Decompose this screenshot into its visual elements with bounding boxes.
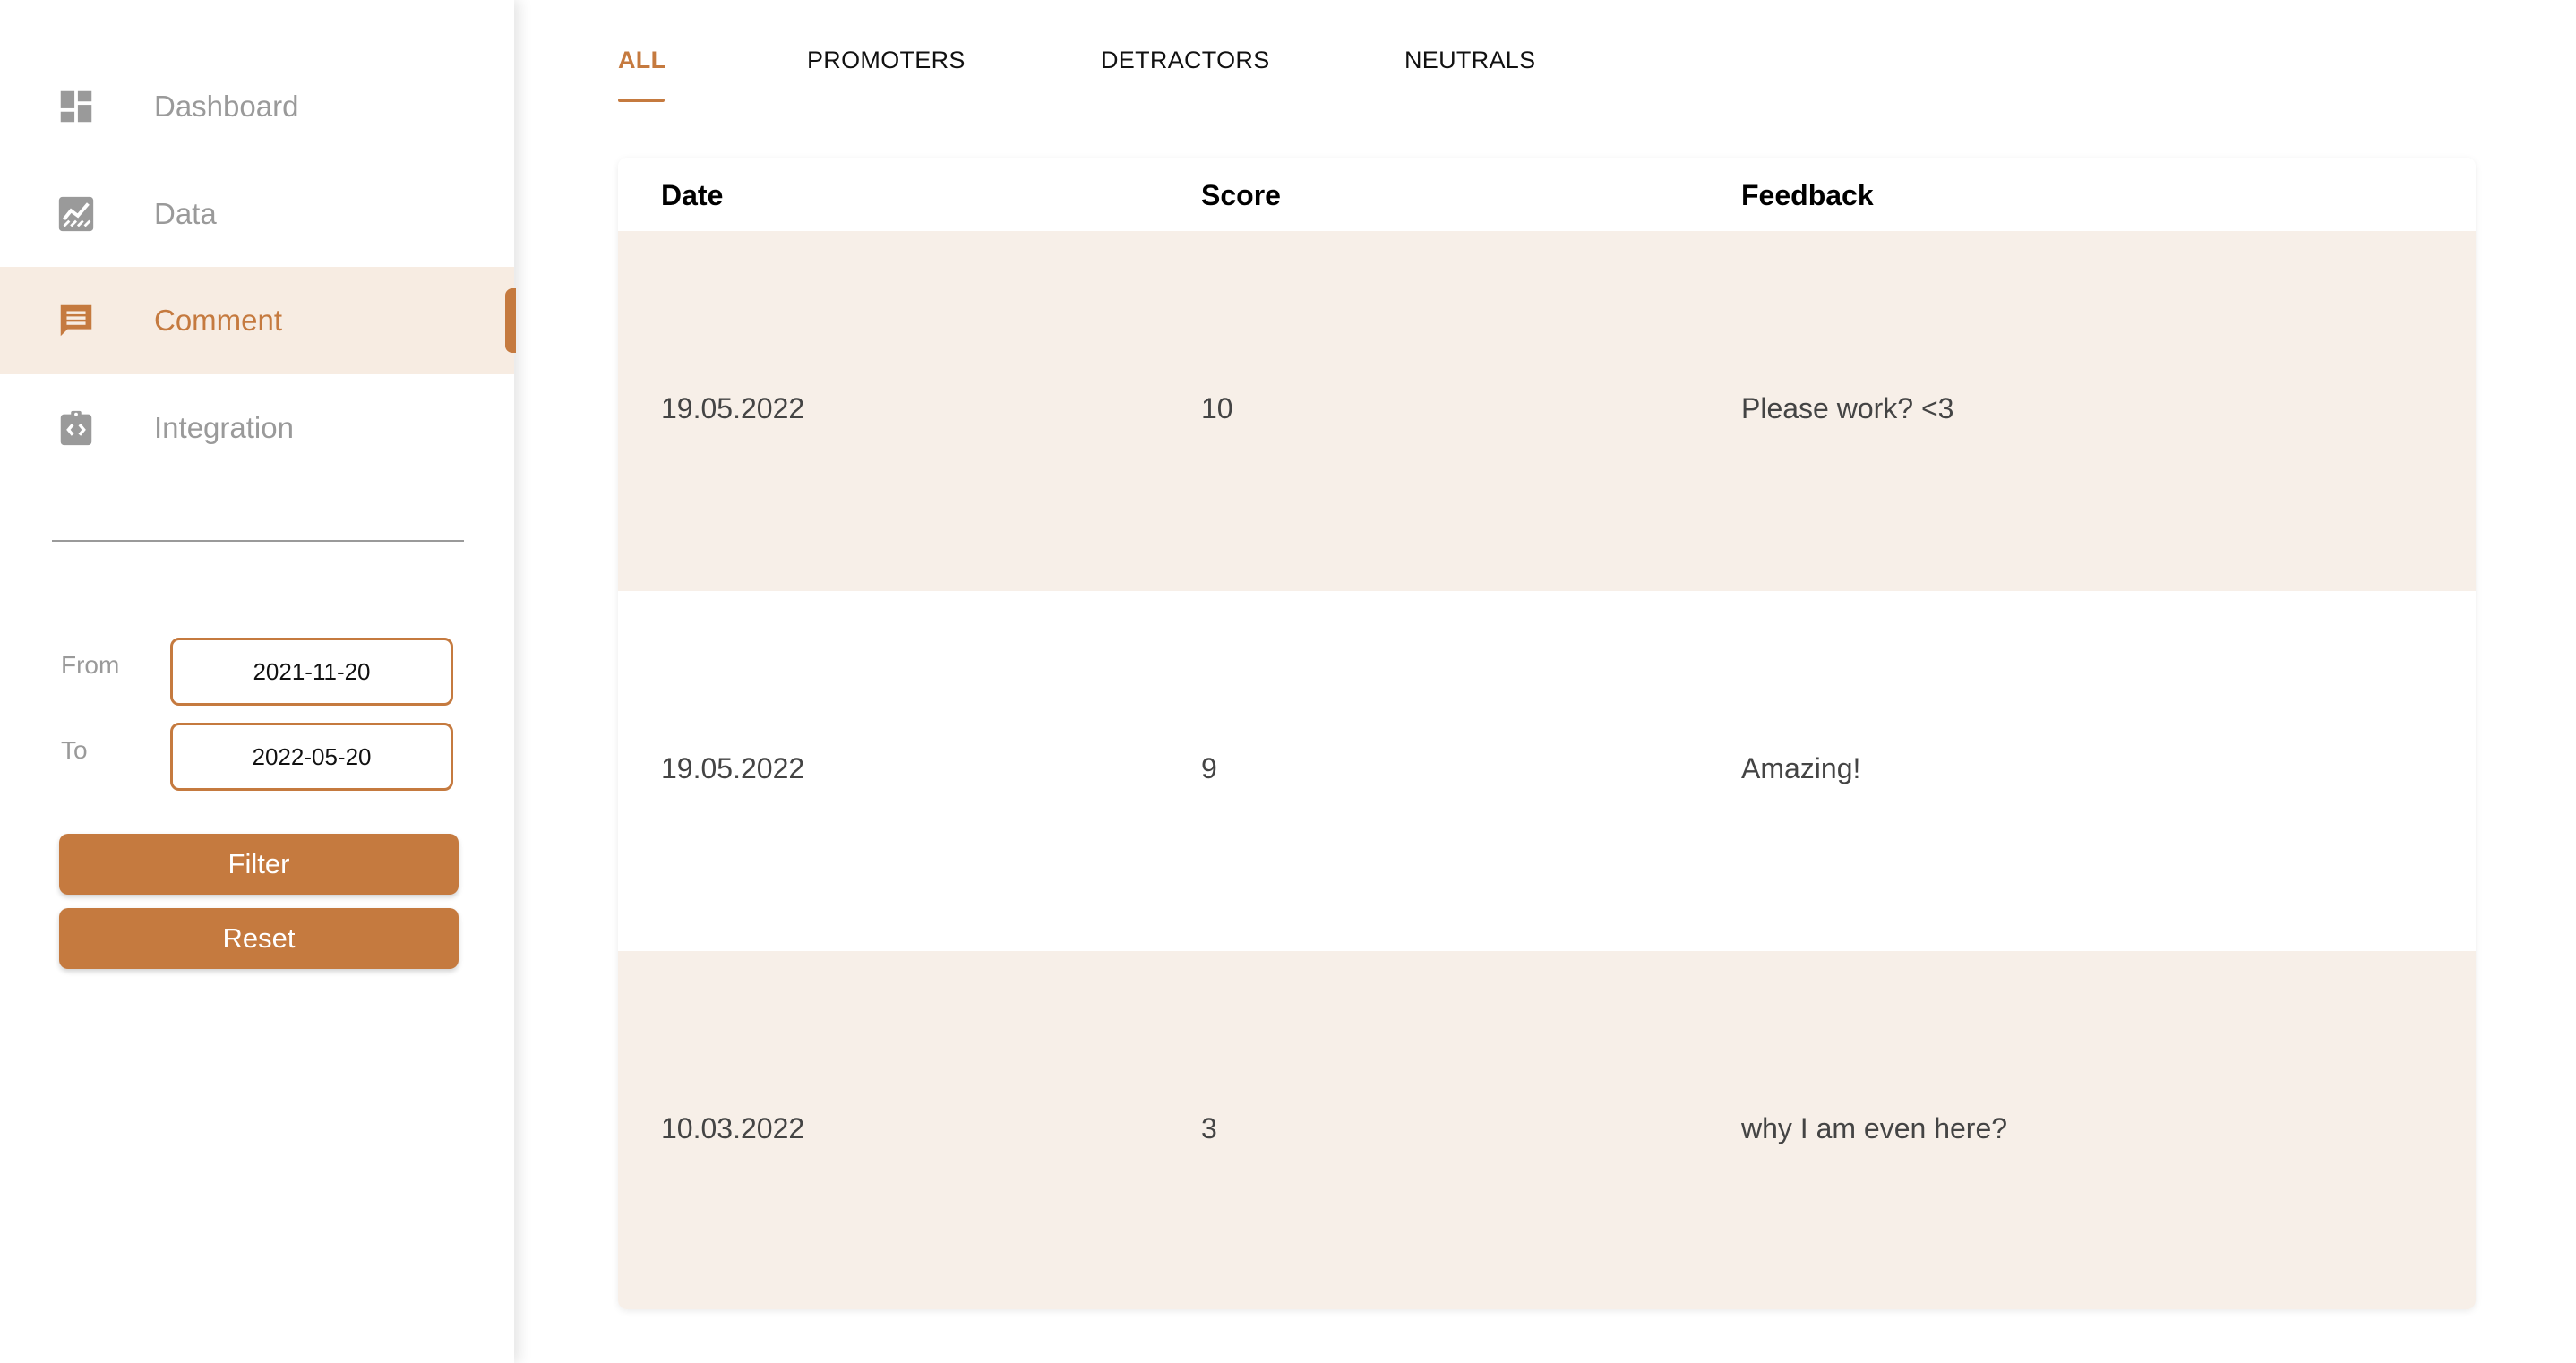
to-date-input[interactable]: [170, 723, 453, 791]
to-label: To: [61, 736, 88, 764]
sidebar-item-dashboard[interactable]: Dashboard: [0, 53, 514, 160]
column-header-score[interactable]: Score: [1201, 179, 1281, 212]
table-row[interactable]: 19.05.2022 10 Please work? <3: [618, 231, 2476, 591]
column-header-date[interactable]: Date: [661, 179, 723, 212]
column-header-feedback[interactable]: Feedback: [1741, 179, 1874, 212]
table-header: Date Score Feedback: [618, 158, 2476, 231]
comment-icon: [60, 304, 92, 337]
sidebar-item-label: Data: [154, 197, 217, 230]
main-content: ALL PROMOTERS DETRACTORS NEUTRALS Date S…: [514, 0, 2576, 1363]
tab-active-underline: [618, 99, 665, 102]
cell-feedback: why I am even here?: [1741, 1112, 2008, 1144]
cell-score: 10: [1201, 392, 1233, 424]
sidebar: Dashboard Data Comment Integration From …: [0, 0, 516, 1363]
table-row[interactable]: 10.03.2022 3 why I am even here?: [618, 951, 2476, 1309]
from-label: From: [61, 651, 120, 679]
active-indicator: [505, 288, 516, 353]
app: Dashboard Data Comment Integration From …: [0, 0, 2576, 1363]
sidebar-item-data[interactable]: Data: [0, 160, 514, 268]
cell-feedback: Amazing!: [1741, 752, 1861, 784]
tab-detractors[interactable]: DETRACTORS: [1101, 47, 1270, 74]
cell-date: 10.03.2022: [661, 1112, 805, 1144]
cell-date: 19.05.2022: [661, 752, 805, 784]
sidebar-item-integration[interactable]: Integration: [0, 374, 514, 482]
sidebar-divider: [52, 540, 464, 542]
sidebar-item-label: Integration: [154, 411, 294, 444]
reset-button[interactable]: Reset: [59, 908, 459, 969]
sidebar-item-label: Comment: [154, 304, 283, 337]
table-row[interactable]: 19.05.2022 9 Amazing!: [618, 591, 2476, 951]
filter-button[interactable]: Filter: [59, 834, 459, 895]
cell-date: 19.05.2022: [661, 392, 805, 424]
cell-score: 3: [1201, 1112, 1217, 1144]
cell-score: 9: [1201, 752, 1217, 784]
tab-all[interactable]: ALL: [618, 47, 665, 74]
sidebar-item-comment[interactable]: Comment: [0, 267, 514, 374]
from-date-input[interactable]: [170, 638, 453, 706]
tab-promoters[interactable]: PROMOTERS: [807, 47, 966, 74]
integration-icon: [60, 410, 92, 446]
sidebar-item-label: Dashboard: [154, 90, 299, 123]
cell-feedback: Please work? <3: [1741, 392, 1954, 424]
feedback-table: Date Score Feedback 19.05.2022 10 Please…: [618, 158, 2476, 1309]
tab-neutrals[interactable]: NEUTRALS: [1404, 47, 1535, 74]
chart-icon: [58, 196, 94, 232]
dashboard-icon: [60, 90, 92, 123]
